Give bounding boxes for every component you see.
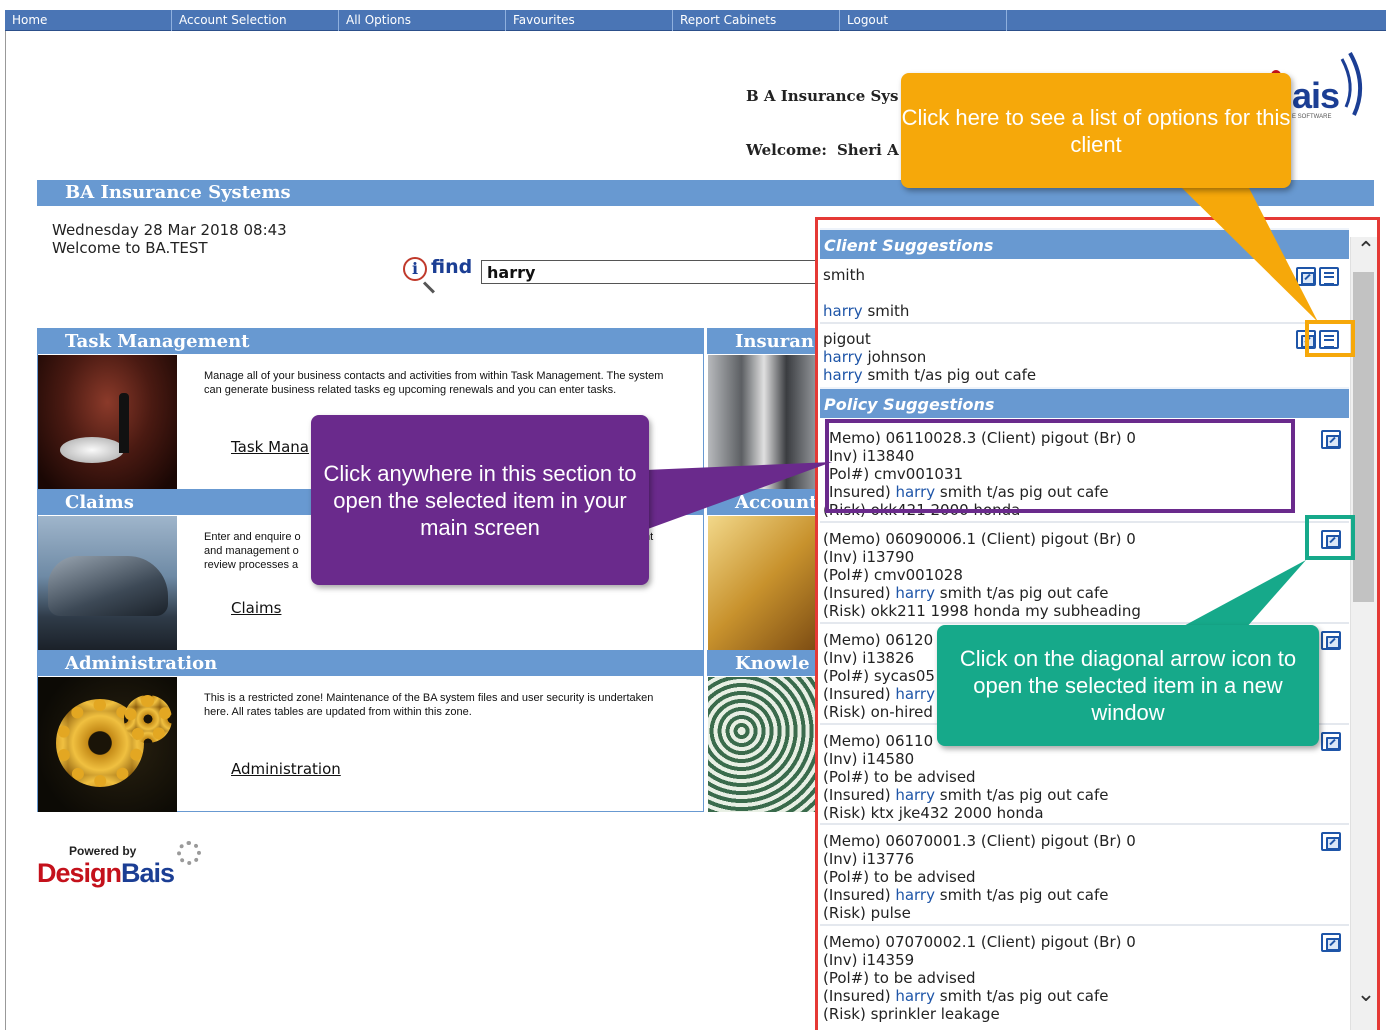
designbais-wordmark: DesignBais [37, 858, 175, 889]
find-label: find [431, 256, 473, 278]
administration-link[interactable]: Administration [231, 760, 341, 778]
find-magnifier-icon[interactable]: i find [400, 255, 473, 295]
page-left-border [5, 31, 6, 1030]
welcome-message: Welcome to BA.TEST [52, 239, 208, 257]
logo-text: ais [1292, 75, 1340, 116]
module-title-insurance[interactable]: Insuran [707, 328, 819, 354]
module-title-task-management[interactable]: Task Management [37, 328, 704, 354]
options-callout: Click here to see a list of options for … [901, 73, 1291, 188]
task-management-image [38, 355, 177, 490]
welcome-label: Welcome: [746, 141, 827, 159]
suggestions-highlight-frame [815, 217, 1380, 1030]
section-highlight-frame [825, 419, 1295, 513]
insurance-image [708, 355, 820, 490]
current-datetime: Wednesday 28 Mar 2018 08:43 [52, 221, 287, 239]
user-name: Sheri A [836, 141, 899, 159]
designbais-swirl-icon [177, 841, 201, 865]
bais-word: Bais [121, 858, 175, 888]
nav-account-selection[interactable]: Account Selection [172, 10, 339, 31]
search-input[interactable] [481, 260, 821, 284]
welcome-user: Welcome: Sheri A [746, 141, 899, 159]
section-callout: Click anywhere in this section to open t… [311, 415, 649, 585]
powered-by-logo: Powered by DesignBais [37, 838, 205, 893]
design-word: Design [37, 858, 122, 888]
module-title-accounts[interactable]: Account [707, 489, 819, 515]
new-window-icon-highlight-frame [1305, 515, 1355, 560]
administration-description: This is a restricted zone! Maintenance o… [204, 692, 654, 718]
module-title-knowledge[interactable]: Knowle [707, 650, 819, 676]
nav-home[interactable]: Home [5, 10, 172, 31]
task-management-description: Manage all of your business contacts and… [204, 370, 664, 396]
accounts-image [708, 516, 820, 651]
task-management-link[interactable]: Task Mana [231, 438, 309, 456]
date-welcome: Wednesday 28 Mar 2018 08:43 Welcome to B… [52, 221, 287, 257]
nav-favourites[interactable]: Favourites [506, 10, 673, 31]
claims-image [38, 516, 177, 651]
administration-image [38, 677, 177, 812]
claims-description: Enter and enquire o and management o rev… [204, 531, 301, 571]
options-icon-highlight-frame [1305, 320, 1355, 357]
magnifier-handle [422, 281, 435, 294]
nav-logout[interactable]: Logout [840, 10, 1007, 31]
powered-by-text: Powered by [69, 844, 137, 858]
nav-all-options[interactable]: All Options [339, 10, 506, 31]
system-title: B A Insurance Sys [746, 87, 899, 105]
module-title-administration[interactable]: Administration [37, 650, 704, 676]
nav-report-cabinets[interactable]: Report Cabinets [673, 10, 840, 31]
top-navigation: Home Account Selection All Options Favou… [5, 10, 1386, 31]
find-info-glyph: i [403, 257, 427, 281]
arrow-icon-callout: Click on the diagonal arrow icon to open… [937, 625, 1319, 746]
logo-subtext: E SOFTWARE [1292, 114, 1332, 120]
knowledge-image [708, 677, 820, 812]
claims-link[interactable]: Claims [231, 599, 281, 617]
